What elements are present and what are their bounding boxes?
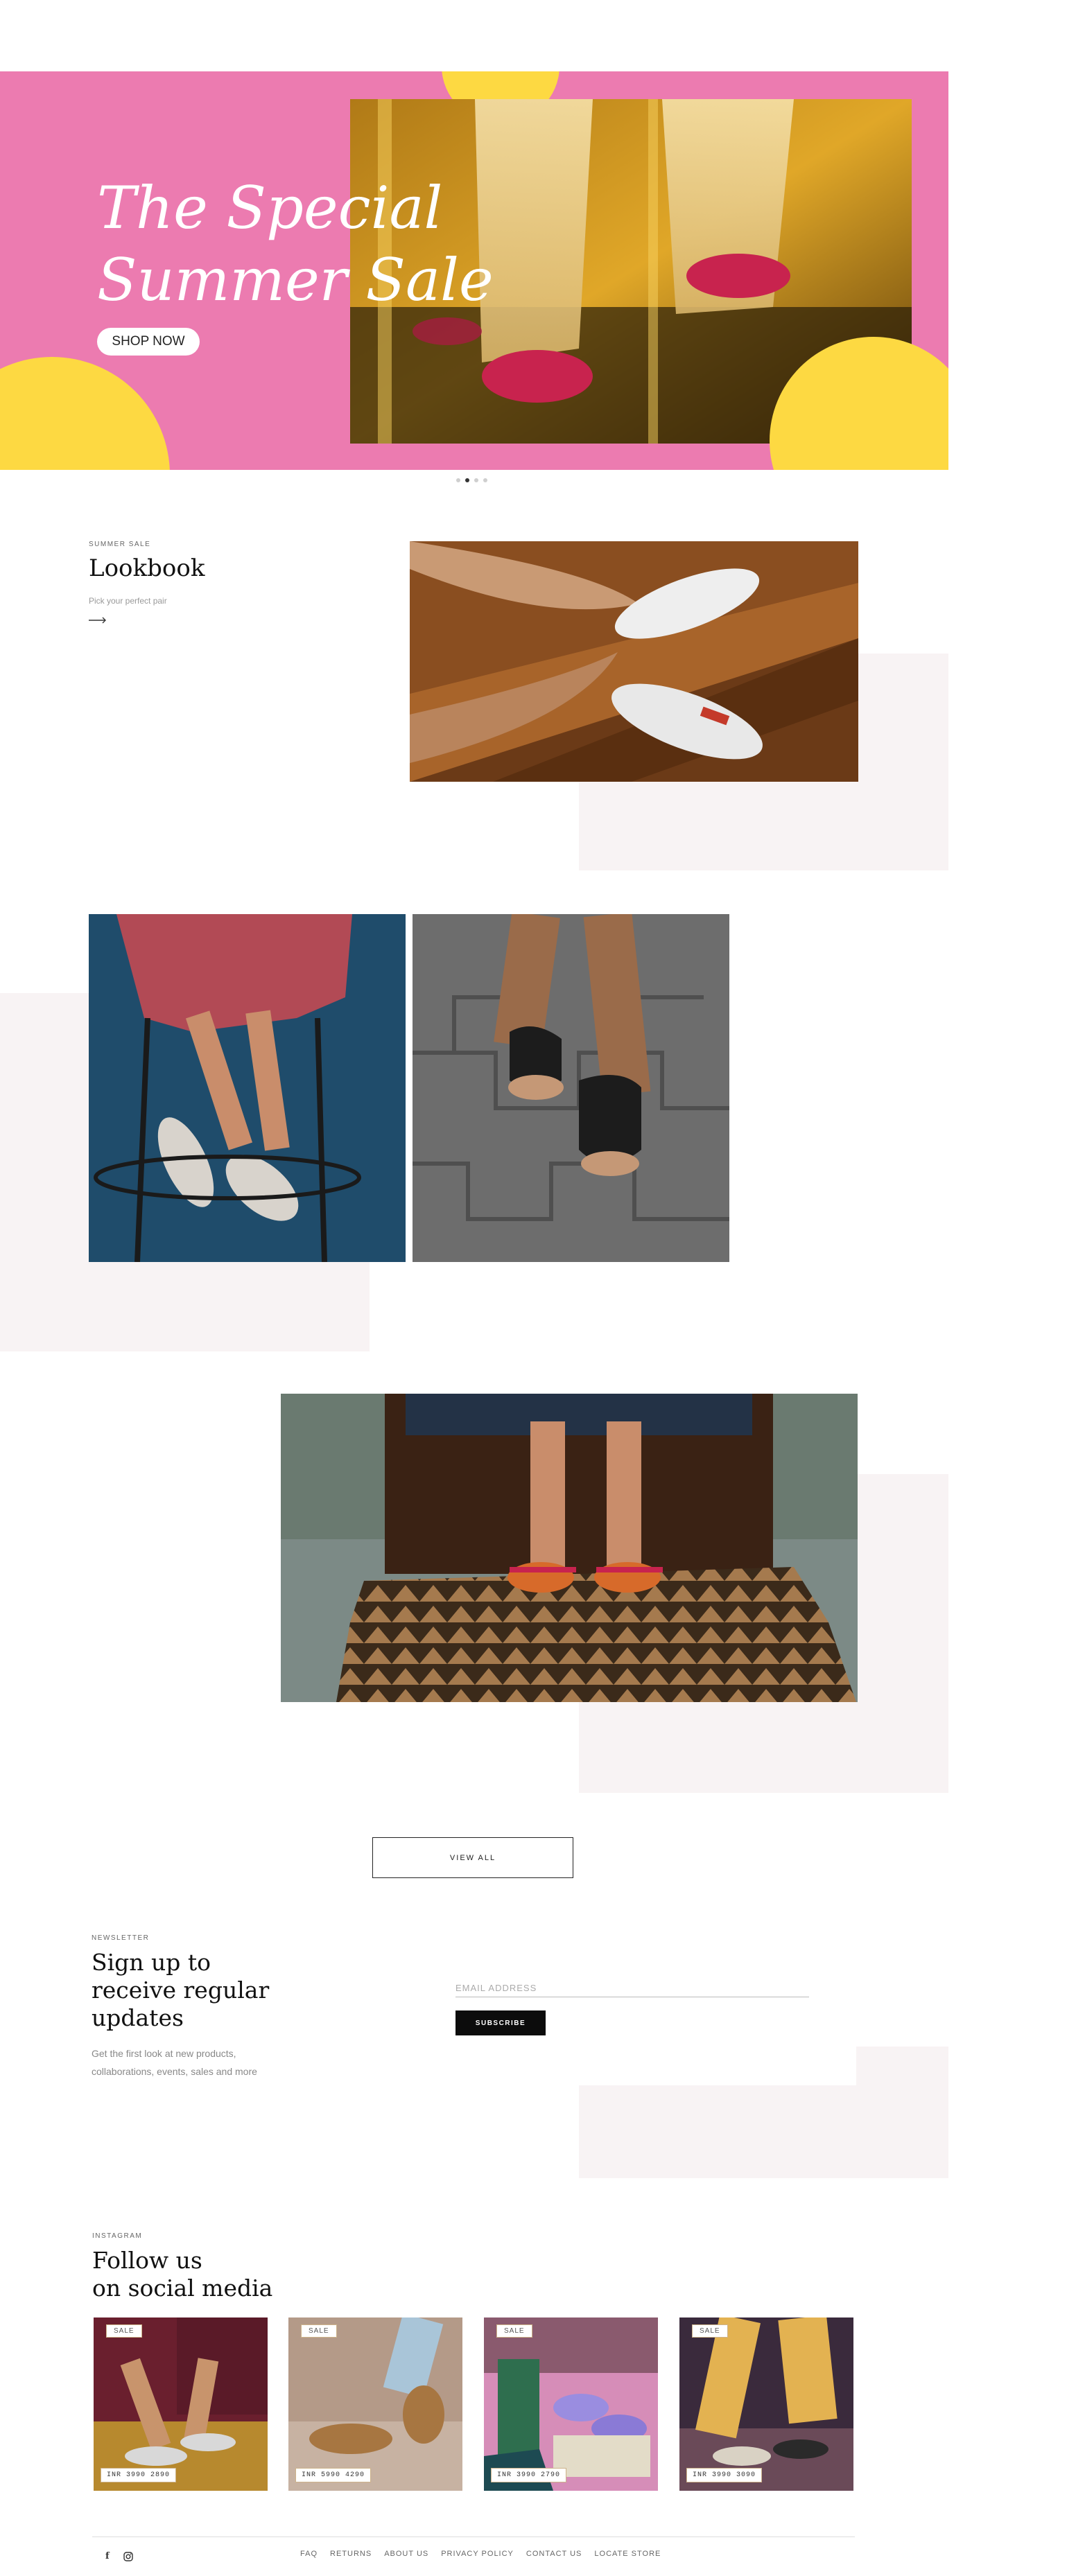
arrow-right-icon[interactable] — [89, 617, 107, 624]
sale-badge: SALE — [106, 2324, 142, 2338]
footer-link-privacy-policy[interactable]: PRIVACY POLICY — [441, 2550, 514, 2558]
instagram-icon[interactable] — [123, 2552, 133, 2561]
sale-badge: SALE — [692, 2324, 728, 2338]
footer-link-about-us[interactable]: ABOUT US — [384, 2550, 428, 2558]
newsletter-description: Get the first look at new products, coll… — [92, 2048, 257, 2077]
price-tag: INR 3990 2890 — [101, 2468, 177, 2482]
lookbook-photo-ottoman — [281, 1394, 858, 1702]
instagram-post[interactable]: SALE INR 5990 4290 — [288, 2317, 462, 2491]
lookbook-image[interactable] — [410, 541, 858, 782]
footer-link-locate-store[interactable]: LOCATE STORE — [594, 2550, 661, 2558]
instagram-post[interactable]: SALE INR 3990 3090 — [679, 2317, 853, 2491]
carousel-dot[interactable] — [483, 478, 487, 482]
instagram-photo — [288, 2317, 462, 2491]
shop-now-button[interactable]: SHOP NOW — [97, 328, 200, 356]
instagram-photo — [679, 2317, 853, 2491]
price-tag: INR 5990 4290 — [295, 2468, 372, 2482]
instagram-title: Follow us on social media — [92, 2247, 273, 2302]
lookbook-photo-sneakers — [410, 541, 858, 782]
price-tag: INR 3990 2790 — [491, 2468, 567, 2482]
lookbook-image[interactable] — [89, 914, 406, 1262]
instagram-photo — [94, 2317, 268, 2491]
facebook-icon[interactable]: f — [105, 2551, 110, 2561]
lookbook-title: Lookbook — [89, 554, 205, 582]
carousel-dot[interactable] — [456, 478, 460, 482]
carousel-dots — [456, 478, 487, 482]
instagram-eyebrow: INSTAGRAM — [92, 2232, 143, 2240]
instagram-photo — [484, 2317, 658, 2491]
subscribe-button[interactable]: SUBSCRIBE — [455, 2010, 546, 2035]
email-input[interactable] — [455, 1979, 809, 1997]
newsletter-eyebrow: NEWSLETTER — [92, 1934, 150, 1942]
lookbook-photo-pavers — [413, 914, 729, 1262]
footer-link-faq[interactable]: FAQ — [300, 2550, 318, 2558]
hero-title: The Special Summer Sale — [97, 174, 494, 314]
footer-nav: FAQ RETURNS ABOUT US PRIVACY POLICY CONT… — [300, 2550, 661, 2558]
lookbook-eyebrow: SUMMER SALE — [89, 541, 151, 548]
carousel-dot[interactable] — [474, 478, 478, 482]
carousel-dot[interactable] — [465, 478, 469, 482]
lookbook-image[interactable] — [281, 1394, 858, 1702]
newsletter-title: Sign up to receive regular updates — [92, 1949, 270, 2031]
instagram-post[interactable]: SALE INR 3990 2890 — [94, 2317, 268, 2491]
sale-badge: SALE — [301, 2324, 337, 2338]
hero-banner: The Special Summer Sale SHOP NOW — [0, 71, 948, 470]
decor-circle — [0, 357, 170, 470]
footer-divider — [92, 2536, 855, 2537]
lookbook-photo-stool — [89, 914, 406, 1262]
view-all-button[interactable]: VIEW ALL — [372, 1837, 573, 1878]
footer-link-returns[interactable]: RETURNS — [330, 2550, 372, 2558]
lookbook-image[interactable] — [413, 914, 729, 1262]
sale-badge: SALE — [496, 2324, 532, 2338]
footer-link-contact-us[interactable]: CONTACT US — [526, 2550, 582, 2558]
price-tag: INR 3990 3090 — [686, 2468, 763, 2482]
instagram-post[interactable]: SALE INR 3990 2790 — [484, 2317, 658, 2491]
lookbook-subtitle: Pick your perfect pair — [89, 596, 167, 606]
